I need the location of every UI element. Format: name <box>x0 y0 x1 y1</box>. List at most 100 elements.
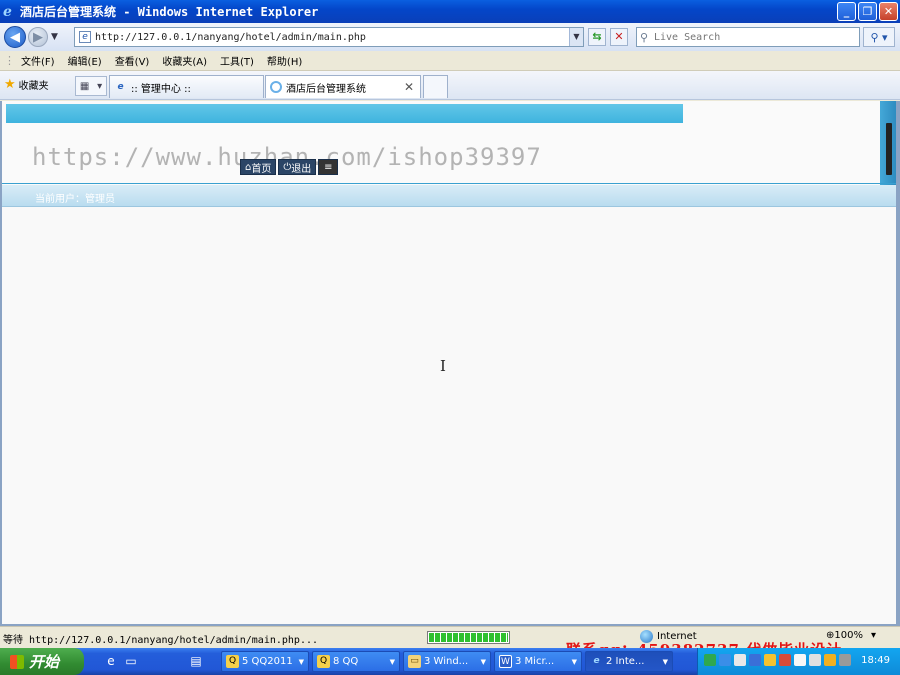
menu-edit[interactable]: 编辑(E) <box>68 53 102 68</box>
menu-file[interactable]: 文件(F) <box>21 53 55 68</box>
tab-admin-center[interactable]: e :: 管理中心 :: <box>109 75 264 98</box>
menu-tools[interactable]: 工具(T) <box>220 53 254 68</box>
window-titlebar[interactable]: e 酒店后台管理系统 - Windows Internet Explorer _… <box>0 0 900 23</box>
tray-qq-icon[interactable] <box>764 654 776 666</box>
windows-taskbar: 开始 e ▭ ▤ Q 5 QQ2011 ▼ Q 8 QQ ▼ ▭ 3 Wind.… <box>0 648 900 675</box>
zoom-dropdown-icon[interactable]: ▾ <box>871 630 876 641</box>
tray-app-icon[interactable] <box>734 654 746 666</box>
status-bar: 等待 http://127.0.0.1/nanyang/hotel/admin/… <box>0 626 900 659</box>
task-label: 3 Wind... <box>424 656 469 667</box>
desktop-quicklaunch-icon[interactable]: ▤ <box>188 653 204 669</box>
tray-network-icon[interactable] <box>809 654 821 666</box>
task-microsoft-word[interactable]: W 3 Micr... ▼ <box>494 651 582 672</box>
header-buttons: ⌂ 首页 ⏻ 退出 ≡ <box>240 159 340 175</box>
text-cursor-icon: I <box>440 357 446 375</box>
address-url[interactable]: http://127.0.0.1/nanyang/hotel/admin/mai… <box>95 32 366 43</box>
group-arrow-icon: ▼ <box>389 658 395 666</box>
star-icon: ★ <box>4 77 16 92</box>
close-tab-icon[interactable]: ✕ <box>404 80 414 94</box>
history-dropdown-icon[interactable]: ▼ <box>51 32 58 42</box>
close-button[interactable]: ✕ <box>879 2 898 21</box>
back-button[interactable]: ◀ <box>4 26 26 48</box>
task-label: 8 QQ <box>333 656 359 667</box>
tray-media-icon[interactable] <box>719 654 731 666</box>
ie-quicklaunch-icon[interactable]: e <box>103 653 119 669</box>
group-arrow-icon: ▼ <box>662 658 668 666</box>
address-bar[interactable]: e http://127.0.0.1/nanyang/hotel/admin/m… <box>74 27 584 47</box>
home-button[interactable]: ⌂ 首页 <box>240 159 277 175</box>
task-internet-explorer[interactable]: e 2 Inte... ▼ <box>585 651 673 672</box>
tray-shield-icon[interactable] <box>824 654 836 666</box>
window-title: 酒店后台管理系统 - Windows Internet Explorer <box>20 5 319 19</box>
tray-volume-icon[interactable] <box>839 654 851 666</box>
task-qq[interactable]: Q 8 QQ ▼ <box>312 651 400 672</box>
tab-list-dropdown-icon[interactable]: ▾ <box>97 81 102 92</box>
toolbar-grip: ⋮ <box>4 54 15 67</box>
logout-label: 退出 <box>291 163 312 175</box>
windows-flag-icon <box>10 654 24 669</box>
minimize-button[interactable]: _ <box>837 2 856 21</box>
group-arrow-icon: ▼ <box>480 658 486 666</box>
favorites-label: 收藏夹 <box>18 81 49 92</box>
header-right-decoration <box>880 101 896 185</box>
tab-label: 酒店后台管理系统 <box>286 83 366 95</box>
system-tray: 18:49 <box>697 648 900 675</box>
task-windows-explorer[interactable]: ▭ 3 Wind... ▼ <box>403 651 491 672</box>
tray-icons <box>704 654 851 666</box>
loading-icon <box>270 81 282 93</box>
task-qq2011[interactable]: Q 5 QQ2011 ▼ <box>221 651 309 672</box>
power-icon: ⏻ <box>283 161 292 173</box>
quick-tabs-button[interactable]: ▦ ▾ <box>75 76 107 96</box>
folder-quicklaunch-icon[interactable]: ▭ <box>123 653 139 669</box>
group-arrow-icon: ▼ <box>571 658 577 666</box>
address-toolbar: ◀ ▶ ▼ e http://127.0.0.1/nanyang/hotel/a… <box>0 23 900 51</box>
menu-toggle-button[interactable]: ≡ <box>318 159 339 175</box>
browser-content: https://www.huzhan.com/ishop39397 ⌂ 首页 ⏻… <box>0 101 900 626</box>
menu-icon: ≡ <box>324 161 333 173</box>
forward-button[interactable]: ▶ <box>28 27 48 47</box>
search-go-button[interactable]: ⚲ ▾ <box>863 27 895 47</box>
folder-icon: ▭ <box>408 655 421 668</box>
header-divider <box>2 183 896 184</box>
favorites-tab-bar: ★ 收藏夹 ▦ ▾ e :: 管理中心 :: 酒店后台管理系统 ✕ <box>0 71 900 100</box>
tab-hotel-admin[interactable]: 酒店后台管理系统 ✕ <box>265 75 421 98</box>
group-arrow-icon: ▼ <box>298 658 304 666</box>
current-user-text: 当前用户：管理员 <box>35 194 115 205</box>
ie-icon: e <box>593 656 600 666</box>
favorites-button[interactable]: ★ 收藏夹 <box>4 77 49 92</box>
quick-tabs-icon: ▦ <box>79 80 90 92</box>
search-provider-icon: ⚲ <box>640 30 649 44</box>
user-info-bar: 当前用户：管理员 <box>2 185 896 207</box>
tray-app-icon[interactable] <box>704 654 716 666</box>
tray-app-icon[interactable] <box>779 654 791 666</box>
word-icon: W <box>499 655 512 668</box>
ie-logo-icon: e <box>3 3 12 20</box>
ie-page-icon: e <box>117 81 124 92</box>
tray-cloud-icon[interactable] <box>794 654 806 666</box>
task-label: 5 QQ2011 <box>242 656 293 667</box>
maximize-button[interactable]: ❐ <box>858 2 877 21</box>
new-tab-button[interactable] <box>423 75 448 98</box>
menu-help[interactable]: 帮助(H) <box>267 53 302 68</box>
address-dropdown-icon[interactable]: ▼ <box>569 28 583 46</box>
qq-penguin-icon: Q <box>226 655 239 668</box>
status-text: 等待 http://127.0.0.1/nanyang/hotel/admin/… <box>3 635 319 646</box>
logout-button[interactable]: ⏻ 退出 <box>278 159 317 175</box>
page-icon: e <box>79 31 91 43</box>
start-label: 开始 <box>29 653 60 671</box>
menu-view[interactable]: 查看(V) <box>115 53 150 68</box>
menu-bar: ⋮ 文件(F) 编辑(E) 查看(V) 收藏夹(A) 工具(T) 帮助(H) <box>0 51 900 71</box>
search-input[interactable] <box>654 31 844 43</box>
refresh-button[interactable]: ⇆ <box>588 28 606 46</box>
menu-favorites[interactable]: 收藏夹(A) <box>162 53 207 68</box>
task-label: 3 Micr... <box>515 656 555 667</box>
task-label: 2 Inte... <box>606 656 645 667</box>
search-box[interactable]: ⚲ <box>636 27 860 47</box>
stop-button[interactable]: ✕ <box>610 28 628 46</box>
loading-progress-bar <box>427 631 510 644</box>
tab-label: :: 管理中心 :: <box>131 83 191 95</box>
tray-app-icon[interactable] <box>749 654 761 666</box>
start-button[interactable]: 开始 <box>0 648 84 675</box>
progress-fill <box>429 633 508 642</box>
page-viewport: https://www.huzhan.com/ishop39397 ⌂ 首页 ⏻… <box>2 101 896 624</box>
